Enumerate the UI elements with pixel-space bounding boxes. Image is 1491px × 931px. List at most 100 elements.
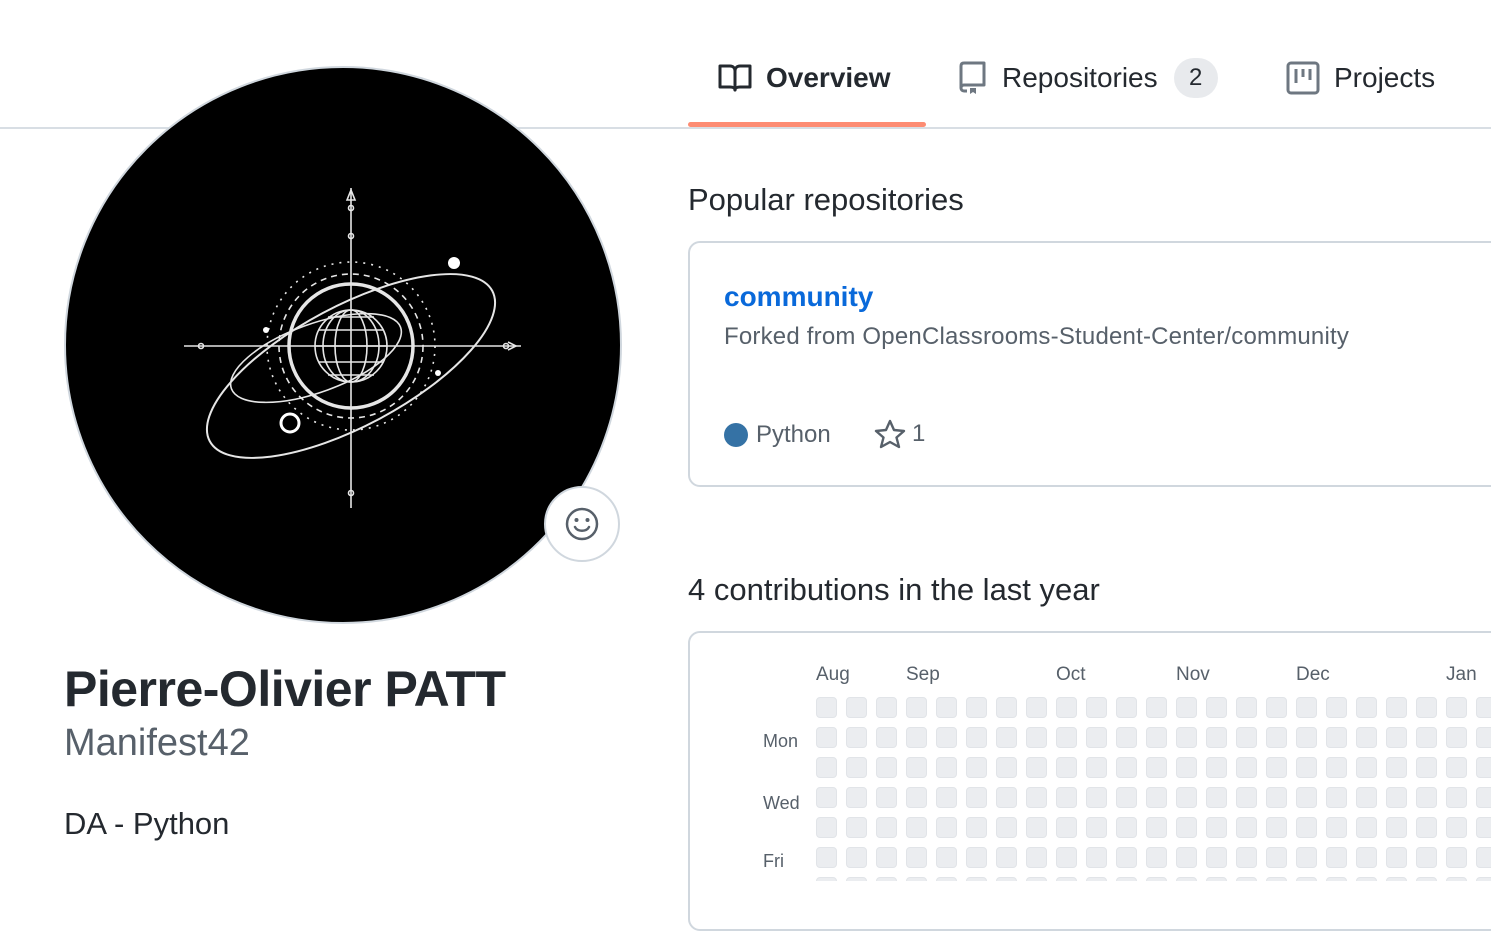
- contribution-day-cell[interactable]: [1176, 727, 1197, 748]
- contribution-day-cell[interactable]: [1026, 757, 1047, 778]
- contribution-day-cell[interactable]: [1236, 787, 1257, 808]
- contribution-day-cell[interactable]: [1116, 787, 1137, 808]
- contribution-day-cell[interactable]: [1176, 787, 1197, 808]
- contribution-day-cell[interactable]: [1056, 817, 1077, 838]
- contribution-day-cell[interactable]: [906, 697, 927, 718]
- contribution-day-cell[interactable]: [1416, 727, 1437, 748]
- contribution-day-cell[interactable]: [1326, 787, 1347, 808]
- contribution-day-cell[interactable]: [1056, 757, 1077, 778]
- contribution-day-cell[interactable]: [906, 727, 927, 748]
- contribution-day-cell[interactable]: [1386, 847, 1407, 868]
- contribution-day-cell[interactable]: [816, 877, 837, 881]
- contribution-day-cell[interactable]: [1056, 847, 1077, 868]
- contribution-day-cell[interactable]: [1176, 757, 1197, 778]
- contribution-day-cell[interactable]: [1026, 877, 1047, 881]
- contribution-day-cell[interactable]: [1326, 877, 1347, 881]
- contribution-day-cell[interactable]: [1236, 697, 1257, 718]
- contribution-day-cell[interactable]: [1356, 757, 1377, 778]
- contribution-day-cell[interactable]: [1086, 697, 1107, 718]
- contribution-day-cell[interactable]: [1116, 847, 1137, 868]
- contribution-day-cell[interactable]: [1446, 697, 1467, 718]
- contribution-day-cell[interactable]: [1446, 817, 1467, 838]
- contribution-day-cell[interactable]: [966, 757, 987, 778]
- contribution-day-cell[interactable]: [906, 877, 927, 881]
- contribution-day-cell[interactable]: [846, 877, 867, 881]
- contribution-day-cell[interactable]: [816, 847, 837, 868]
- contribution-day-cell[interactable]: [816, 727, 837, 748]
- contribution-day-cell[interactable]: [1056, 727, 1077, 748]
- contribution-day-cell[interactable]: [1296, 817, 1317, 838]
- contribution-day-cell[interactable]: [1386, 877, 1407, 881]
- contribution-day-cell[interactable]: [846, 757, 867, 778]
- contribution-day-cell[interactable]: [1086, 757, 1107, 778]
- contribution-day-cell[interactable]: [1296, 757, 1317, 778]
- contribution-day-cell[interactable]: [1296, 877, 1317, 881]
- contribution-day-cell[interactable]: [936, 877, 957, 881]
- contribution-day-cell[interactable]: [1266, 787, 1287, 808]
- contribution-day-cell[interactable]: [1356, 787, 1377, 808]
- contribution-day-cell[interactable]: [1086, 877, 1107, 881]
- contribution-day-cell[interactable]: [1056, 697, 1077, 718]
- contribution-day-cell[interactable]: [876, 877, 897, 881]
- contribution-day-cell[interactable]: [1386, 787, 1407, 808]
- contribution-day-cell[interactable]: [846, 697, 867, 718]
- contribution-day-cell[interactable]: [1236, 757, 1257, 778]
- contribution-day-cell[interactable]: [1266, 847, 1287, 868]
- repo-stargazers-link[interactable]: 1: [874, 419, 925, 449]
- contribution-day-cell[interactable]: [1206, 847, 1227, 868]
- contribution-day-cell[interactable]: [1326, 847, 1347, 868]
- contribution-day-cell[interactable]: [1206, 727, 1227, 748]
- contribution-day-cell[interactable]: [846, 787, 867, 808]
- contribution-day-cell[interactable]: [996, 877, 1017, 881]
- contribution-day-cell[interactable]: [876, 727, 897, 748]
- contribution-day-cell[interactable]: [1416, 817, 1437, 838]
- contribution-day-cell[interactable]: [816, 697, 837, 718]
- contribution-day-cell[interactable]: [1476, 697, 1491, 718]
- contribution-day-cell[interactable]: [816, 757, 837, 778]
- contribution-day-cell[interactable]: [1416, 697, 1437, 718]
- contribution-day-cell[interactable]: [1416, 787, 1437, 808]
- contribution-day-cell[interactable]: [936, 697, 957, 718]
- contribution-day-cell[interactable]: [996, 787, 1017, 808]
- contribution-day-cell[interactable]: [1116, 727, 1137, 748]
- contribution-day-cell[interactable]: [966, 727, 987, 748]
- contribution-day-cell[interactable]: [846, 727, 867, 748]
- contribution-day-cell[interactable]: [1386, 817, 1407, 838]
- contribution-day-cell[interactable]: [876, 787, 897, 808]
- contribution-day-cell[interactable]: [1146, 817, 1167, 838]
- contribution-day-cell[interactable]: [1176, 697, 1197, 718]
- contribution-day-cell[interactable]: [1176, 817, 1197, 838]
- contribution-day-cell[interactable]: [936, 727, 957, 748]
- contribution-day-cell[interactable]: [1296, 697, 1317, 718]
- contribution-day-cell[interactable]: [1356, 817, 1377, 838]
- contribution-day-cell[interactable]: [1296, 727, 1317, 748]
- contribution-day-cell[interactable]: [1446, 847, 1467, 868]
- contribution-day-cell[interactable]: [966, 817, 987, 838]
- tab-overview[interactable]: Overview: [718, 52, 891, 104]
- contribution-day-cell[interactable]: [1146, 697, 1167, 718]
- contribution-day-cell[interactable]: [1476, 877, 1491, 881]
- contribution-day-cell[interactable]: [1476, 847, 1491, 868]
- contribution-day-cell[interactable]: [1386, 727, 1407, 748]
- contribution-day-cell[interactable]: [1176, 877, 1197, 881]
- contribution-day-cell[interactable]: [876, 817, 897, 838]
- contribution-day-cell[interactable]: [1356, 727, 1377, 748]
- set-status-button[interactable]: [544, 486, 620, 562]
- contribution-day-cell[interactable]: [1236, 817, 1257, 838]
- contribution-day-cell[interactable]: [1416, 847, 1437, 868]
- contribution-day-cell[interactable]: [1416, 877, 1437, 881]
- contribution-day-cell[interactable]: [1206, 877, 1227, 881]
- contribution-day-cell[interactable]: [1356, 847, 1377, 868]
- contribution-day-cell[interactable]: [936, 817, 957, 838]
- contribution-day-cell[interactable]: [1326, 817, 1347, 838]
- contribution-day-cell[interactable]: [1356, 877, 1377, 881]
- contribution-day-cell[interactable]: [1146, 787, 1167, 808]
- contribution-day-cell[interactable]: [936, 787, 957, 808]
- contribution-day-cell[interactable]: [1116, 877, 1137, 881]
- contribution-day-cell[interactable]: [966, 877, 987, 881]
- contribution-day-cell[interactable]: [1476, 817, 1491, 838]
- contribution-day-cell[interactable]: [906, 817, 927, 838]
- contribution-day-cell[interactable]: [936, 757, 957, 778]
- contribution-day-cell[interactable]: [966, 847, 987, 868]
- contribution-day-cell[interactable]: [1146, 847, 1167, 868]
